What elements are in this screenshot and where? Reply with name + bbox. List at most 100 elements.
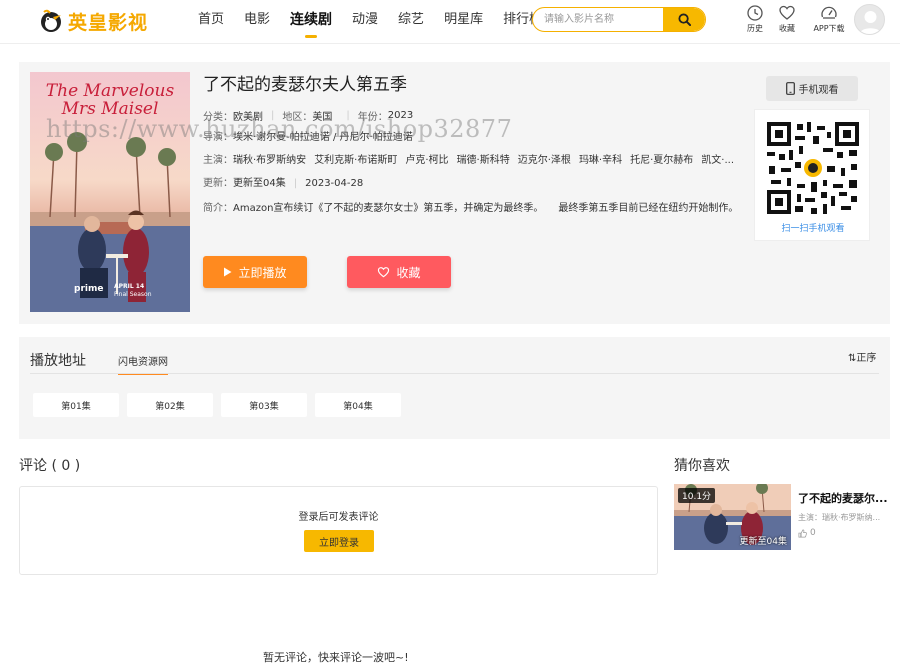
update-row: 更新：更新至04集 | 2023-04-28: [203, 178, 364, 189]
cast-link[interactable]: 托尼·夏尔赫布: [630, 155, 693, 166]
cast-link[interactable]: 迈克尔·泽根: [518, 155, 571, 166]
play-icon: [224, 267, 232, 277]
nav-item-series[interactable]: 连续剧: [280, 0, 342, 44]
cast-link[interactable]: 艾利克斯·布诺斯町: [314, 155, 397, 166]
episode-button[interactable]: 第01集: [33, 393, 119, 417]
bird-logo-icon: [41, 9, 61, 32]
search-icon: [677, 13, 691, 26]
logo-text: 英皇影视: [68, 11, 149, 34]
login-hint: 登录后可发表评论: [298, 512, 379, 523]
episode-button[interactable]: 第02集: [127, 393, 213, 417]
gauge-icon: [821, 6, 837, 19]
intro-label: 简介：: [203, 203, 233, 214]
heart-icon: [378, 267, 390, 278]
recommend-title: 猜你喜欢: [674, 458, 730, 474]
intro-row: 简介：Amazon宣布续订《了不起的麦瑟尔女士》第五季，并确定为最终季。 最终季…: [203, 200, 743, 217]
likes-count: 0: [810, 528, 816, 538]
video-meta: 分类： 欧美剧 | 地区： 美国 | 年份： 2023: [203, 108, 414, 123]
cast-link[interactable]: 瑞德·斯科特: [457, 155, 510, 166]
update-date: 2023-04-28: [305, 178, 364, 189]
score-badge: 10.1分: [678, 488, 716, 503]
play-button[interactable]: 立即播放: [203, 256, 307, 288]
search-input[interactable]: [533, 8, 663, 31]
director-row: 导演：埃米·谢尔曼-帕拉迪诺 / 丹尼尔·帕拉迪诺: [203, 131, 748, 145]
favorites-label: 收藏: [779, 24, 795, 33]
video-detail-panel: The Marvelous Mrs Maisel prime APRIL 14 …: [19, 62, 890, 324]
poster-brand: prime: [74, 284, 104, 294]
play-button-label: 立即播放: [238, 265, 287, 280]
user-icon: [859, 11, 882, 34]
cast-link[interactable]: 玛琳·辛科: [579, 155, 622, 166]
episode-button[interactable]: 第04集: [315, 393, 401, 417]
favorite-button[interactable]: 收藏: [347, 256, 451, 288]
recommend-name[interactable]: 了不起的麦瑟尔...: [798, 490, 888, 506]
category-label: 分类：: [203, 111, 233, 123]
tab-source[interactable]: 闪电资源网: [118, 353, 168, 375]
recommend-item[interactable]: 10.1分 更新至04集 了不起的麦瑟尔... 主演：瑞秋·布罗斯纳... 0: [674, 484, 890, 550]
favorites-button[interactable]: 收藏: [772, 4, 802, 34]
sort-order-button[interactable]: ⇅正序: [848, 349, 876, 364]
nav-item-stars[interactable]: 明星库: [434, 0, 493, 44]
action-buttons: 立即播放 收藏: [203, 256, 451, 288]
category-link[interactable]: 欧美剧: [233, 108, 263, 123]
region-label: 地区：: [282, 111, 313, 123]
comment-login-box: 登录后可发表评论 立即登录: [19, 486, 658, 575]
history-button[interactable]: 历史: [740, 4, 770, 34]
app-download-button[interactable]: APP下载: [808, 4, 850, 34]
login-button[interactable]: 立即登录: [304, 530, 374, 552]
recommend-likes: 0: [798, 528, 816, 538]
main-nav: 首页 电影 连续剧 动漫 综艺 明星库 排行榜: [188, 0, 552, 44]
update-badge: 更新至04集: [739, 537, 787, 547]
cast-label: 主演：: [203, 155, 233, 166]
mobile-watch-button[interactable]: 手机观看: [766, 76, 858, 101]
recommend-cast: 主演：瑞秋·布罗斯纳...: [798, 513, 881, 522]
intro-text: Amazon宣布续订《了不起的麦瑟尔女士》第五季，并确定为最终季。 最终季第五季…: [233, 203, 739, 214]
thumbs-up-icon: [798, 529, 807, 537]
app-download-label: APP下载: [813, 24, 845, 33]
cast-link[interactable]: 凯文·...: [701, 155, 734, 166]
director-label: 导演：: [203, 132, 233, 143]
favorite-button-label: 收藏: [396, 265, 421, 280]
user-avatar[interactable]: [854, 4, 885, 35]
qr-caption: 扫一扫手机观看: [781, 224, 845, 234]
cast-link[interactable]: 卢克·柯比: [405, 155, 448, 166]
playlist-divider: [30, 373, 879, 374]
qr-code: [767, 122, 859, 214]
update-status: 更新至04集: [233, 178, 286, 189]
search-box: [532, 7, 706, 32]
poster-subtitle: Final Season: [114, 291, 152, 298]
episode-button[interactable]: 第03集: [221, 393, 307, 417]
director-value[interactable]: 埃米·谢尔曼-帕拉迪诺 / 丹尼尔·帕拉迪诺: [233, 132, 413, 143]
nav-item-variety[interactable]: 综艺: [388, 0, 434, 44]
no-comments-text: 暂无评论，快来评论一波吧~!: [263, 651, 409, 664]
nav-item-home[interactable]: 首页: [188, 0, 234, 44]
playlist-panel: 播放地址 闪电资源网 ⇅正序 第01集 第02集 第03集 第04集: [19, 337, 890, 439]
video-title: 了不起的麦瑟尔夫人第五季: [203, 75, 407, 95]
year-link[interactable]: 2023: [388, 110, 413, 121]
clock-icon: [747, 5, 763, 21]
user-tools: 历史 收藏 APP下载: [740, 4, 852, 34]
poster-title: The Marvelous Mrs Maisel: [45, 81, 175, 119]
history-label: 历史: [747, 24, 763, 33]
nav-item-anime[interactable]: 动漫: [342, 0, 388, 44]
year-label: 年份：: [357, 111, 388, 123]
mobile-watch-label: 手机观看: [798, 85, 839, 96]
search-button[interactable]: [663, 8, 705, 31]
video-info: 了不起的麦瑟尔夫人第五季 分类： 欧美剧 | 地区： 美国 | 年份： 2023…: [203, 72, 748, 288]
episode-list: 第01集 第02集 第03集 第04集: [33, 393, 409, 417]
playlist-title: 播放地址: [30, 353, 86, 369]
site-logo[interactable]: 英皇影视: [38, 5, 148, 37]
cast-row: 主演：瑞秋·布罗斯纳安 艾利克斯·布诺斯町 卢克·柯比 瑞德·斯科特 迈克尔·泽根 玛琳·…: [203, 154, 748, 168]
phone-icon: [785, 82, 795, 95]
heart-icon: [779, 5, 795, 20]
nav-item-movie[interactable]: 电影: [234, 0, 280, 44]
site-header: 英皇影视 首页 电影 连续剧 动漫 综艺 明星库 排行榜 历史: [0, 0, 900, 44]
comments-title: 评论 ( 0 ): [19, 458, 81, 474]
region-link[interactable]: 美国: [312, 108, 332, 123]
qr-panel: 扫一扫手机观看: [754, 109, 870, 241]
update-label: 更新：: [203, 178, 233, 189]
video-poster[interactable]: The Marvelous Mrs Maisel prime APRIL 14 …: [30, 72, 190, 312]
recommend-thumbnail[interactable]: 10.1分 更新至04集: [674, 484, 791, 550]
cast-link[interactable]: 瑞秋·布罗斯纳安: [233, 155, 306, 166]
poster-date: APRIL 14: [114, 283, 145, 290]
